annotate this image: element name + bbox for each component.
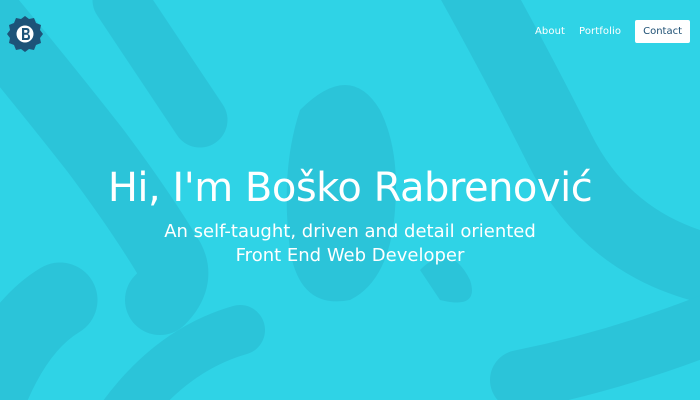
nav-link-about[interactable]: About bbox=[535, 26, 565, 37]
hero-subtitle-line-1: An self-taught, driven and detail orient… bbox=[164, 221, 536, 242]
b-logo-icon[interactable] bbox=[5, 14, 45, 54]
hero-subtitle: An self-taught, driven and detail orient… bbox=[0, 220, 700, 268]
nav-link-portfolio[interactable]: Portfolio bbox=[579, 26, 621, 37]
navbar: About Portfolio Contact bbox=[0, 0, 700, 64]
hero-section: Hi, I'm Boško Rabrenović An self-taught,… bbox=[0, 158, 700, 268]
contact-button[interactable]: Contact bbox=[635, 20, 690, 43]
nav-links: About Portfolio Contact bbox=[535, 20, 690, 43]
hero-title: Hi, I'm Boško Rabrenović bbox=[107, 165, 593, 211]
hero-subtitle-line-2: Front End Web Developer bbox=[235, 245, 465, 266]
